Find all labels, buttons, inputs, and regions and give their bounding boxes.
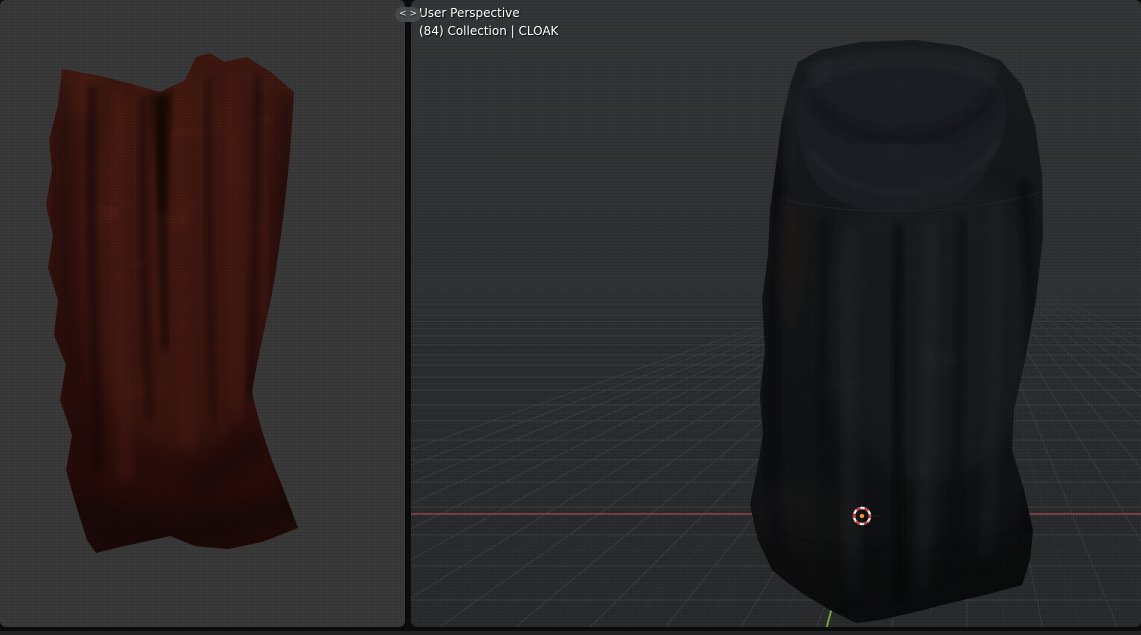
viewport-scene <box>411 35 1141 627</box>
red-cloak-scene <box>40 45 310 565</box>
blender-window: < > User Perspective (84) Collection | C… <box>0 0 1141 635</box>
left-3d-viewport[interactable] <box>0 0 405 627</box>
viewport-3d[interactable]: User Perspective (84) Collection | CLOAK <box>411 0 1141 627</box>
chevron-left-icon: < <box>398 9 407 19</box>
dark-cloak-mesh[interactable] <box>745 35 1050 627</box>
chevron-right-icon: > <box>409 9 418 19</box>
status-bar-edge <box>0 631 1141 635</box>
red-cloak-mesh[interactable] <box>40 45 310 565</box>
editor-resize-widget[interactable]: < > <box>395 7 421 22</box>
